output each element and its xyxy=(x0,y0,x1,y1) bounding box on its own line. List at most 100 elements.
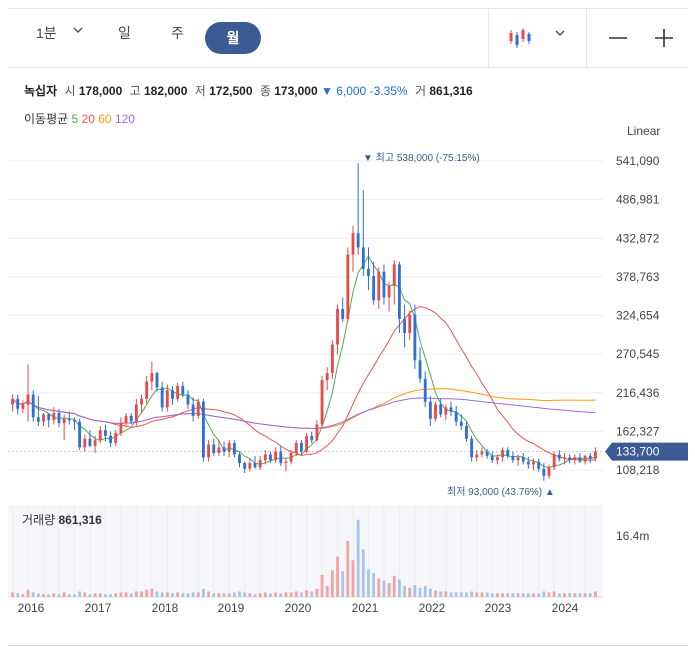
candle-body xyxy=(496,457,499,461)
volume-bar xyxy=(279,593,283,597)
volume-bar xyxy=(21,594,25,597)
volume-bar xyxy=(418,587,422,597)
volume-bar xyxy=(315,588,319,597)
high-annotation: ▼ 최고 538,000 (-75.15%) xyxy=(363,152,480,164)
volume-title-value: 861,316 xyxy=(58,513,102,527)
candle-body xyxy=(243,463,247,469)
volume-bar xyxy=(439,591,443,597)
candle-body xyxy=(398,264,401,319)
candle-body xyxy=(52,413,56,421)
candle-body xyxy=(459,421,463,426)
volume-bar xyxy=(351,560,355,597)
volume-bar xyxy=(346,540,350,597)
volume-bar xyxy=(222,593,226,597)
volume-bar xyxy=(408,587,412,597)
volume-bar xyxy=(449,592,453,597)
volume-bar xyxy=(537,593,541,597)
volume-bar xyxy=(454,592,458,597)
volume-bar xyxy=(269,593,272,597)
volume-bar xyxy=(434,590,437,597)
candle-body xyxy=(78,421,82,448)
candle-body xyxy=(186,394,190,405)
volume-bar xyxy=(526,593,530,597)
candle-body xyxy=(176,385,180,399)
y-tick-label: 216,436 xyxy=(616,386,660,400)
volume-bar xyxy=(196,592,200,597)
candle-body xyxy=(42,414,45,422)
y-tick-label: 270,545 xyxy=(616,347,660,361)
candle-body xyxy=(263,454,267,461)
candle-body xyxy=(578,457,582,462)
volume-bar xyxy=(26,589,30,597)
candle-body xyxy=(269,454,272,461)
volume-bar xyxy=(330,570,334,597)
volume-bar xyxy=(563,593,566,597)
candle-body xyxy=(346,254,350,319)
candle-body xyxy=(62,418,66,424)
candle-body xyxy=(418,360,422,379)
volume-bar xyxy=(542,591,546,597)
candle-body xyxy=(521,457,525,462)
candle-body xyxy=(423,378,427,402)
volume-bar xyxy=(16,593,20,597)
volume-bar xyxy=(191,592,195,597)
candle-body xyxy=(475,454,479,458)
candle-body xyxy=(501,450,504,458)
candle-body xyxy=(227,443,231,452)
candle-body xyxy=(31,394,35,418)
candle-body xyxy=(248,463,252,469)
candle-body xyxy=(557,454,561,459)
candle-body xyxy=(16,398,20,409)
volume-bar xyxy=(485,592,489,597)
candle-body xyxy=(181,385,185,395)
volume-bar xyxy=(253,594,257,597)
candle-body xyxy=(253,463,257,468)
candle-body xyxy=(129,415,133,422)
volume-bar xyxy=(475,592,479,597)
volume-bar xyxy=(413,585,417,597)
candle-body xyxy=(222,447,226,452)
y-tick-label: 108,218 xyxy=(616,463,660,477)
volume-bar xyxy=(516,593,520,597)
candle-body xyxy=(150,373,154,382)
volume-bar xyxy=(217,593,221,597)
volume-bar xyxy=(57,594,61,597)
volume-bar xyxy=(300,592,303,597)
candle-body xyxy=(279,451,283,464)
candle-body xyxy=(160,387,164,408)
candle-body xyxy=(36,417,40,422)
volume-bar xyxy=(165,592,169,597)
candle-body xyxy=(320,380,324,425)
volume-bar xyxy=(583,593,587,597)
candle-body xyxy=(57,413,61,424)
candle-body xyxy=(336,308,339,345)
candle-body xyxy=(511,455,515,461)
volume-bar xyxy=(227,593,231,597)
candle-body xyxy=(310,435,314,441)
volume-bar xyxy=(171,593,174,597)
candle-body xyxy=(93,440,97,446)
volume-bar xyxy=(532,593,535,597)
last-price-label: 133,700 xyxy=(616,445,660,459)
candle-body xyxy=(434,404,437,419)
volume-title: 거래량 861,316 xyxy=(22,513,102,527)
x-tick-label: 2021 xyxy=(352,601,379,615)
volume-bar xyxy=(67,594,71,597)
candle-body xyxy=(428,401,432,419)
candle-body xyxy=(532,461,535,465)
candle-body xyxy=(367,268,370,276)
candle-body xyxy=(542,468,546,476)
candle-body xyxy=(563,457,566,459)
candle-body xyxy=(372,275,376,301)
volume-bar xyxy=(506,593,510,597)
volume-bar xyxy=(129,593,133,597)
x-tick-label: 2024 xyxy=(552,601,579,615)
volume-bar xyxy=(289,592,293,597)
candle-body xyxy=(165,390,169,408)
candle-body xyxy=(300,443,303,452)
candle-body xyxy=(330,344,334,374)
volume-bar xyxy=(124,592,128,597)
candle-body xyxy=(568,457,572,461)
x-tick-label: 2017 xyxy=(85,601,112,615)
candle-body xyxy=(21,404,25,409)
